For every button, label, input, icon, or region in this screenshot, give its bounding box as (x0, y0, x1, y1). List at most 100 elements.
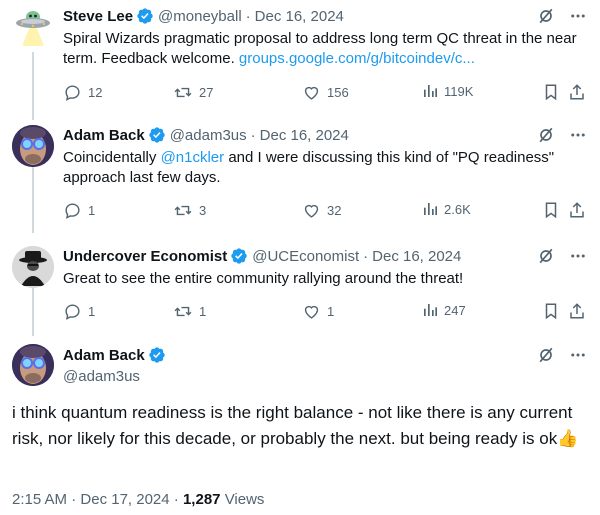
more-icon[interactable] (568, 125, 588, 145)
like-button[interactable]: 156 (302, 83, 349, 102)
avatar[interactable] (12, 344, 54, 386)
views-count: 247 (444, 302, 466, 318)
views-icon (424, 85, 437, 97)
display-name[interactable]: Adam Back (63, 127, 145, 144)
thread-line (32, 288, 34, 336)
views-icon (424, 203, 437, 215)
bookmark-icon (545, 84, 557, 101)
like-count: 1 (327, 304, 335, 319)
avatar[interactable] (12, 6, 54, 48)
more-icon[interactable] (568, 345, 588, 365)
share-button[interactable] (568, 201, 586, 219)
mention-link[interactable]: @n1ckler (161, 149, 225, 166)
share-icon (570, 84, 584, 100)
repost-count: 3 (199, 203, 207, 218)
views-count: 2.6K (444, 201, 471, 217)
repost-icon (174, 306, 192, 317)
tweet-header: Steve Lee @moneyball · Dec 16, 2024 (63, 6, 588, 26)
repost-button[interactable]: 1 (173, 302, 206, 321)
separator-dot: · (173, 491, 179, 508)
timestamp[interactable]: Dec 16, 2024 (260, 127, 349, 144)
views-icon (424, 304, 437, 316)
handle[interactable]: @adam3us (63, 368, 140, 385)
views-label: Views (224, 491, 265, 508)
reply-icon (65, 85, 80, 101)
tweet-text: Coincidentally @n1ckler and I were discu… (63, 148, 580, 188)
repost-count: 1 (199, 304, 207, 319)
separator-dot: · (363, 247, 369, 265)
action-bar: 1 1 1 247 (63, 302, 588, 322)
thumbs-up-emoji: 👍 (557, 429, 579, 448)
handle[interactable]: @UCEconomist (252, 248, 359, 265)
more-icon[interactable] (568, 6, 588, 26)
tweet-text-body: Great to see the entire community rallyi… (63, 270, 464, 287)
like-button[interactable]: 32 (302, 201, 341, 220)
action-bar: 12 27 156 119K (63, 83, 588, 103)
views-button[interactable]: 119K (422, 83, 473, 99)
grok-icon[interactable] (536, 246, 556, 266)
verified-badge-icon (231, 248, 247, 264)
reply-button[interactable]: 1 (63, 302, 95, 321)
like-count: 32 (327, 203, 342, 218)
handle[interactable]: @moneyball (158, 8, 242, 25)
avatar[interactable] (12, 125, 54, 167)
like-icon (304, 86, 319, 100)
share-icon (570, 303, 584, 319)
main-tweet-meta: 2:15 AM · Dec 17, 2024 · 1,287 Views (12, 491, 264, 508)
post-time[interactable]: 2:15 AM (12, 491, 67, 508)
tweet-header: Undercover Economist @UCEconomist · Dec … (63, 246, 588, 266)
handle[interactable]: @adam3us (170, 127, 247, 144)
display-name[interactable]: Steve Lee (63, 8, 133, 25)
display-name[interactable]: Adam Back (63, 347, 145, 364)
more-icon[interactable] (568, 246, 588, 266)
post-date[interactable]: Dec 17, 2024 (80, 491, 169, 508)
main-tweet-handle-row: @adam3us (63, 366, 588, 386)
views-count: 119K (444, 83, 474, 99)
tweet-link[interactable]: groups.google.com/g/bitcoindev/c... (239, 50, 475, 67)
thread-line (32, 52, 34, 120)
separator-dot: · (245, 7, 251, 25)
timestamp[interactable]: Dec 16, 2024 (255, 8, 344, 25)
tweet-text: Spiral Wizards pragmatic proposal to add… (63, 29, 580, 69)
repost-button[interactable]: 3 (173, 201, 206, 220)
reply-count: 1 (88, 203, 96, 218)
bookmark-button[interactable] (542, 201, 560, 219)
reply-count: 1 (88, 304, 96, 319)
repost-button[interactable]: 27 (173, 83, 213, 102)
views-button[interactable]: 2.6K (422, 201, 471, 217)
main-tweet-text-body: i think quantum readiness is the right b… (12, 403, 573, 448)
display-name[interactable]: Undercover Economist (63, 248, 227, 265)
reply-icon (65, 203, 80, 219)
tweet-header: Adam Back @adam3us · Dec 16, 2024 (63, 125, 588, 145)
share-button[interactable] (568, 302, 586, 320)
timestamp[interactable]: Dec 16, 2024 (372, 248, 461, 265)
grok-icon[interactable] (536, 125, 556, 145)
reply-button[interactable]: 1 (63, 201, 95, 220)
tweet-text: Great to see the entire community rallyi… (63, 269, 580, 289)
thread-line (32, 167, 34, 233)
share-button[interactable] (568, 83, 586, 101)
like-button[interactable]: 1 (302, 302, 334, 321)
repost-icon (174, 87, 192, 98)
grok-icon[interactable] (536, 6, 556, 26)
bookmark-button[interactable] (542, 302, 560, 320)
separator-dot: · (71, 491, 77, 508)
verified-badge-icon (137, 8, 153, 24)
reply-button[interactable]: 12 (63, 83, 102, 102)
reply-icon (65, 304, 80, 320)
avatar[interactable] (12, 246, 54, 288)
like-count: 156 (327, 85, 349, 100)
share-icon (570, 202, 584, 218)
like-icon (304, 204, 319, 218)
bookmark-button[interactable] (542, 83, 560, 101)
grok-icon[interactable] (536, 345, 556, 365)
views-button[interactable]: 247 (422, 302, 466, 318)
bookmark-icon (545, 202, 557, 219)
repost-count: 27 (199, 85, 214, 100)
like-icon (304, 305, 319, 319)
action-bar: 1 3 32 2.6K (63, 201, 588, 221)
main-tweet-text: i think quantum readiness is the right b… (12, 400, 586, 452)
separator-dot: · (250, 126, 256, 144)
repost-icon (174, 205, 192, 216)
verified-badge-icon (149, 127, 165, 143)
